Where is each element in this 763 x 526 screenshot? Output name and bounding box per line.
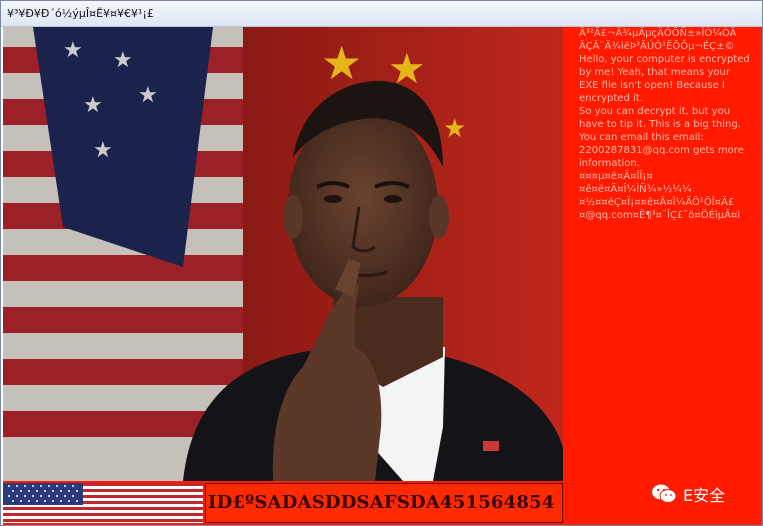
us-flag-icon — [3, 483, 203, 523]
wechat-icon — [652, 484, 677, 503]
watermark-text: E安全 — [683, 486, 726, 505]
svg-text:★: ★ — [321, 36, 362, 90]
ransomware-window: ¥³¥Ð¥Ð´ó½ýµÎ¤Ë¥¤¥€¥¹¡£ ★ ★ ★ Ã³²Ã£¬Ä¾µÄµ… — [0, 0, 763, 526]
garbled-text-line: ¤½¤¤ëÇ¤Ï¡¤¤ê¤Ä¤Î¼ÃÕ¹ÖÎ¤Ä£¤@qq.com¤Ë¶³¤¯Î… — [579, 197, 741, 221]
ransom-note-panel: Ã³²Ã£¬Ä¾µÄµçÄÔÖÑ±»ÎÒ¼ÓÃ ÃÇÂ¨Ä¾ìëÞ³ÃÚÔ¹ËÕ… — [563, 27, 762, 481]
garbled-text-line: Ã³²Ã£¬Ä¾µÄµçÄÔÖÑ±»ÎÒ¼ÓÃ — [579, 28, 737, 39]
victim-id-field: ID£ºSADASDDSAFSDA451564854 — [205, 483, 563, 523]
garbled-text-line: ¤¤¤µ¤ë¤Ä¤ÎÎ¡¤¤ê¤ë¤Ä¤Î¼ÌÑ¾»½¼¼ — [579, 171, 692, 195]
window-title: ¥³¥Ð¥Ð´ó½ýµÎ¤Ë¥¤¥€¥¹¡£ — [1, 1, 762, 27]
watermark: E安全 — [651, 481, 725, 507]
garbled-text-line: ÃÇÂ¨Ä¾ìëÞ³ÃÚÔ¹ËÕÔµ¬ÉÇ±© — [579, 41, 735, 52]
ransom-message: Hello, your computer is encrypted by me!… — [579, 54, 750, 143]
leader-photo: ★ ★ ★ ★ ★ ★ ★ ★ — [3, 27, 563, 481]
svg-text:★: ★ — [443, 114, 466, 144]
contact-email-text: 2200287831@qq.com gets more information. — [579, 145, 744, 169]
bottom-strip: ID£ºSADASDDSAFSDA451564854 — [3, 481, 762, 525]
